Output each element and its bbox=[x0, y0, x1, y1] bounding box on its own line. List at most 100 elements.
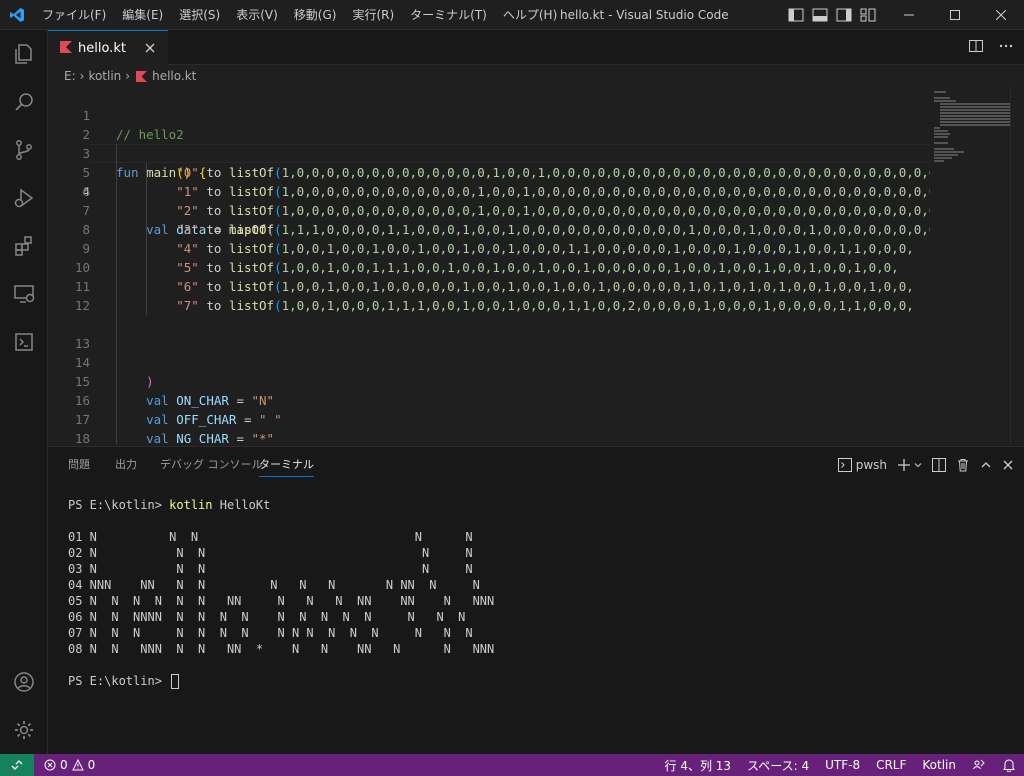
tab-hello-kt[interactable]: hello.kt bbox=[48, 30, 168, 65]
explorer-icon[interactable] bbox=[0, 30, 48, 78]
close-panel-icon[interactable] bbox=[1002, 455, 1014, 475]
infix-to: to bbox=[206, 279, 222, 294]
breadcrumb-file[interactable]: hello.kt bbox=[152, 69, 196, 83]
close-window-icon[interactable] bbox=[978, 0, 1024, 30]
terminal-shell-selector[interactable]: pwsh bbox=[837, 455, 887, 475]
indent-guide bbox=[116, 144, 117, 163]
code-line: 8 "3" to listOf(1,1,1,0,0,0,0,1,1,0,0,0,… bbox=[48, 220, 930, 239]
menu-view[interactable]: 表示(V) bbox=[228, 0, 286, 30]
indent-guide bbox=[116, 429, 117, 444]
menu-file[interactable]: ファイル(F) bbox=[34, 0, 114, 30]
list-values: 1,1,1,0,0,0,0,1,1,0,0,0,1,0,0,1,0,0,0,0,… bbox=[281, 222, 930, 237]
minimap-line bbox=[934, 97, 950, 99]
menu-terminal[interactable]: ターミナル(T) bbox=[402, 0, 495, 30]
indent-guide bbox=[116, 334, 117, 353]
tab-label: hello.kt bbox=[78, 40, 126, 56]
menu-help[interactable]: ヘルプ(H) bbox=[495, 0, 565, 30]
maximize-icon[interactable] bbox=[932, 0, 978, 30]
tab-problems[interactable]: 問題 bbox=[68, 447, 90, 482]
breadcrumb-drive[interactable]: E: bbox=[64, 69, 76, 83]
indentation[interactable]: スペース: 4 bbox=[747, 757, 809, 774]
indent-guide bbox=[116, 353, 117, 372]
function-name: listOf bbox=[228, 184, 275, 199]
function-name: listOf bbox=[228, 222, 275, 237]
code-line: 9 "4" to listOf(1,0,0,1,0,0,1,0,0,1,0,0,… bbox=[48, 239, 930, 258]
indent-guide bbox=[116, 391, 117, 410]
menu-bar: ファイル(F) 編集(E) 選択(S) 表示(V) 移動(G) 実行(R) ター… bbox=[34, 0, 565, 30]
function-name: listOf bbox=[228, 203, 275, 218]
end-of-line[interactable]: CRLF bbox=[876, 758, 906, 772]
line-number: 9 bbox=[82, 241, 90, 256]
function-name: listOf bbox=[228, 260, 275, 275]
code-line: 16 val NG_CHAR = "*" bbox=[48, 372, 930, 444]
extensions-icon[interactable] bbox=[0, 222, 48, 270]
chevron-up-icon[interactable] bbox=[980, 455, 992, 475]
encoding[interactable]: UTF-8 bbox=[825, 758, 860, 772]
menu-edit[interactable]: 編集(E) bbox=[114, 0, 171, 30]
problems-indicator[interactable]: 0 0 bbox=[44, 758, 95, 772]
layout-controls bbox=[788, 0, 876, 30]
toggle-secondary-sidebar-icon[interactable] bbox=[836, 7, 852, 23]
feedback-icon[interactable] bbox=[972, 758, 986, 772]
notifications-bell-icon[interactable] bbox=[1002, 758, 1016, 772]
account-icon[interactable] bbox=[0, 658, 48, 706]
minimap-line bbox=[940, 115, 1010, 117]
window-controls bbox=[886, 0, 1024, 30]
minimap-line bbox=[940, 121, 1010, 123]
minimap-line bbox=[940, 124, 1010, 126]
run-debug-icon[interactable] bbox=[0, 174, 48, 222]
menu-go[interactable]: 移動(G) bbox=[286, 0, 345, 30]
line-number: 8 bbox=[82, 222, 90, 237]
remote-indicator-icon[interactable] bbox=[0, 754, 34, 776]
kotlin-file-icon bbox=[136, 70, 148, 82]
customize-layout-icon[interactable] bbox=[860, 7, 876, 23]
tab-terminal[interactable]: ターミナル bbox=[259, 447, 314, 482]
trash-icon[interactable] bbox=[956, 455, 970, 475]
line-number: 6 bbox=[82, 184, 90, 199]
code-line: 7 "2" to listOf(1,0,0,0,0,0,0,0,0,0,0,0,… bbox=[48, 201, 930, 220]
map-key: "0" bbox=[176, 165, 199, 180]
menu-run[interactable]: 実行(R) bbox=[344, 0, 402, 30]
code-line: 5 "0" to listOf(1,0,0,0,0,0,0,0,0,0,0,0,… bbox=[48, 163, 930, 182]
map-key: "6" bbox=[176, 279, 199, 294]
settings-gear-icon[interactable] bbox=[0, 706, 48, 754]
status-bar: 0 0 行 4、列 13 スペース: 4 UTF-8 CRLF Kotlin bbox=[0, 754, 1024, 776]
split-editor-icon[interactable] bbox=[968, 38, 984, 57]
more-actions-icon[interactable] bbox=[998, 38, 1014, 57]
source-control-icon[interactable] bbox=[0, 126, 48, 174]
new-terminal-button[interactable] bbox=[897, 455, 922, 475]
terminal-view-icon[interactable] bbox=[0, 318, 48, 366]
minimap-line bbox=[940, 112, 1010, 114]
toggle-panel-icon[interactable] bbox=[812, 7, 828, 23]
map-key: "1" bbox=[176, 184, 199, 199]
list-values: 1,0,0,1,0,0,1,0,0,1,0,0,1,0,0,1,0,0,0,1,… bbox=[281, 241, 914, 256]
breadcrumb: E: › kotlin › hello.kt bbox=[48, 65, 1024, 87]
minimize-icon[interactable] bbox=[886, 0, 932, 30]
window-title: hello.kt - Visual Studio Code bbox=[560, 8, 729, 22]
breadcrumb-folder[interactable]: kotlin bbox=[88, 69, 121, 83]
remote-explorer-icon[interactable] bbox=[0, 270, 48, 318]
vertical-scrollbar[interactable] bbox=[1010, 87, 1024, 444]
paren: ( bbox=[274, 203, 282, 218]
infix-to: to bbox=[206, 165, 222, 180]
terminal-command: kotlin bbox=[169, 498, 213, 512]
function-name: listOf bbox=[228, 298, 275, 313]
tab-debug-console[interactable]: デバッグ コンソール bbox=[160, 447, 263, 482]
line-number: 12 bbox=[74, 298, 90, 313]
bottom-panel: 問題 出力 デバッグ コンソール ターミナル pwsh PS E:\kotlin… bbox=[48, 446, 1024, 754]
search-icon[interactable] bbox=[0, 78, 48, 126]
menu-selection[interactable]: 選択(S) bbox=[171, 0, 228, 30]
list-values: 1,0,0,1,0,0,0,1,1,1,0,0,1,0,0,1,0,0,0,1,… bbox=[281, 298, 914, 313]
split-terminal-icon[interactable] bbox=[932, 455, 946, 475]
code-editor[interactable]: 1 // hello2 2 3 fun main() { 4 val data … bbox=[48, 87, 930, 444]
paren: ( bbox=[274, 260, 282, 275]
tab-output[interactable]: 出力 bbox=[115, 447, 137, 482]
language-mode[interactable]: Kotlin bbox=[922, 758, 956, 772]
close-icon[interactable] bbox=[142, 40, 158, 56]
toggle-primary-sidebar-icon[interactable] bbox=[788, 7, 804, 23]
terminal-output[interactable]: PS E:\kotlin> kotlin HelloKt 01 N N N N … bbox=[68, 491, 1008, 751]
editor-tab-bar: hello.kt bbox=[48, 30, 1024, 65]
minimap[interactable] bbox=[930, 87, 1010, 444]
cursor-position[interactable]: 行 4、列 13 bbox=[665, 757, 732, 774]
chevron-down-icon[interactable] bbox=[914, 461, 922, 469]
